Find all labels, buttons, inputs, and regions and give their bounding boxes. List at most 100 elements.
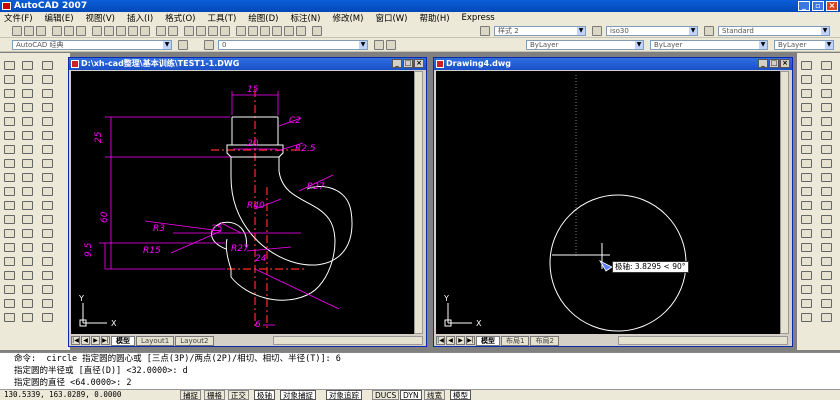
polyline-icon[interactable] [4,89,15,98]
insert-block-icon[interactable] [4,215,15,224]
polar-toggle[interactable]: 极轴 [254,390,275,400]
bring-above-icon[interactable] [821,103,832,112]
explode-icon[interactable] [801,285,812,294]
snap-center-icon[interactable] [22,131,33,140]
open-file-icon[interactable] [24,26,34,36]
tolerance-icon[interactable] [42,131,53,140]
mtext-icon[interactable] [4,313,15,322]
tab-model[interactable]: 模型 [476,335,500,346]
point-icon[interactable] [4,243,15,252]
object-snap-endpoint-icon[interactable] [22,61,33,70]
next-tab-arrow[interactable]: ▶ [91,336,100,345]
continue-dimension-icon[interactable] [42,103,53,112]
fillet-icon[interactable] [801,271,812,280]
snap-insert-icon[interactable] [22,201,33,210]
dimension-aligned-icon[interactable] [22,285,33,294]
construction-line-icon[interactable] [4,75,15,84]
snap-midpoint-icon[interactable] [22,75,33,84]
snap-apparent-icon[interactable] [22,103,33,112]
menu-view[interactable]: 视图(V) [86,12,115,24]
snap-quadrant-icon[interactable] [22,145,33,154]
menu-format[interactable]: 格式(O) [165,12,195,24]
menu-help[interactable]: 帮助(H) [420,12,450,24]
dimension-linear-icon[interactable] [22,271,33,280]
prev-tab-arrow[interactable]: ◀ [446,336,455,345]
menu-dimension[interactable]: 标注(N) [290,12,320,24]
ucs-3point-icon[interactable] [821,299,832,308]
minimize-button[interactable]: _ [798,1,810,11]
minimize-button[interactable]: _ [392,59,402,68]
table-style-select[interactable]: Standard ▼ [718,26,830,36]
snap-intersection-icon[interactable] [22,89,33,98]
ucs-world-icon[interactable] [821,271,832,280]
snap-none-icon[interactable] [22,243,33,252]
hatch-icon[interactable] [4,257,15,266]
lineweight-toggle[interactable]: 线宽 [424,390,445,400]
last-tab-arrow[interactable]: ▶| [466,336,475,345]
layer-select[interactable]: 0 ▼ [218,40,368,50]
close-button[interactable]: × [780,59,790,68]
menu-modify[interactable]: 修改(M) [332,12,363,24]
drawing-canvas[interactable]: 15 C2 20 R2.5 25 R40 R27 60 25 R27 R15 R… [71,71,414,334]
horizontal-scrollbar[interactable] [273,336,423,345]
circle-icon[interactable] [4,145,15,154]
break-at-point-icon[interactable] [801,215,812,224]
osnap-toggle[interactable]: 对象捕捉 [280,390,316,400]
revcloud-icon[interactable] [4,159,15,168]
help-icon[interactable] [312,26,322,36]
properties-icon[interactable] [236,26,246,36]
last-tab-arrow[interactable]: ▶| [101,336,110,345]
locate-point-icon[interactable] [821,229,832,238]
quick-dimension-icon[interactable] [42,75,53,84]
text-front-icon[interactable] [821,131,832,140]
tab-layout2[interactable]: Layout2 [175,335,214,346]
jogged-radius-icon[interactable] [42,243,53,252]
otrack-toggle[interactable]: 对象追踪 [326,390,362,400]
linetype-select[interactable]: ByLayer ▼ [650,40,768,50]
copy-object-icon[interactable] [801,75,812,84]
dimension-radius-icon[interactable] [22,299,33,308]
command-prompt[interactable]: 指定圆的直径 <64.0000>: 2 [14,377,840,389]
edit-polyline-icon[interactable] [801,299,812,308]
rectangle-icon[interactable] [4,117,15,126]
line-icon[interactable] [4,61,15,70]
break-icon[interactable] [801,229,812,238]
menu-file[interactable]: 文件(F) [4,12,33,24]
scale-icon[interactable] [801,159,812,168]
snap-perpendicular-icon[interactable] [22,173,33,182]
menu-draw[interactable]: 绘图(D) [248,12,278,24]
text-style-select[interactable]: 样式 2 ▼ [494,26,586,36]
array-icon[interactable] [801,117,812,126]
zoom-realtime-icon[interactable] [196,26,206,36]
snap-nearest-icon[interactable] [22,229,33,238]
zoom-window-icon[interactable] [208,26,218,36]
send-back-icon[interactable] [821,89,832,98]
redo-icon[interactable] [168,26,178,36]
maximize-button[interactable]: □ [769,59,779,68]
snap-tangent-icon[interactable] [22,159,33,168]
restore-button[interactable]: ▫ [812,1,824,11]
single-line-text-icon[interactable] [42,285,53,294]
model-toggle[interactable]: 模型 [450,390,471,400]
gradient-icon[interactable] [4,271,15,280]
vertical-scrollbar[interactable] [780,71,789,334]
snap-parallel-icon[interactable] [22,187,33,196]
command-line[interactable]: 命令: circle 指定圆的圆心或 [三点(3P)/两点(2P)/相切、相切、… [0,352,840,389]
dimension-text-edit-icon[interactable] [42,173,53,182]
extend-icon[interactable] [801,201,812,210]
snap-extension-icon[interactable] [22,117,33,126]
copy-icon[interactable] [104,26,114,36]
snap-node-icon[interactable] [22,215,33,224]
maximize-button[interactable]: □ [403,59,413,68]
markup-icon[interactable] [284,26,294,36]
ordinate-dimension-icon[interactable] [42,215,53,224]
menu-express[interactable]: Express [462,13,495,23]
ucs-icon[interactable] [821,257,832,266]
ungroup-icon[interactable] [821,173,832,182]
ucs-view-icon[interactable] [821,313,832,322]
tool-palettes-icon[interactable] [260,26,270,36]
drawing-canvas[interactable]: Y X 极轴: 3.8295 < 90° [436,71,780,334]
region-icon[interactable] [4,285,15,294]
quick-leader-icon[interactable] [42,117,53,126]
dimension-angular-icon[interactable] [42,61,53,70]
